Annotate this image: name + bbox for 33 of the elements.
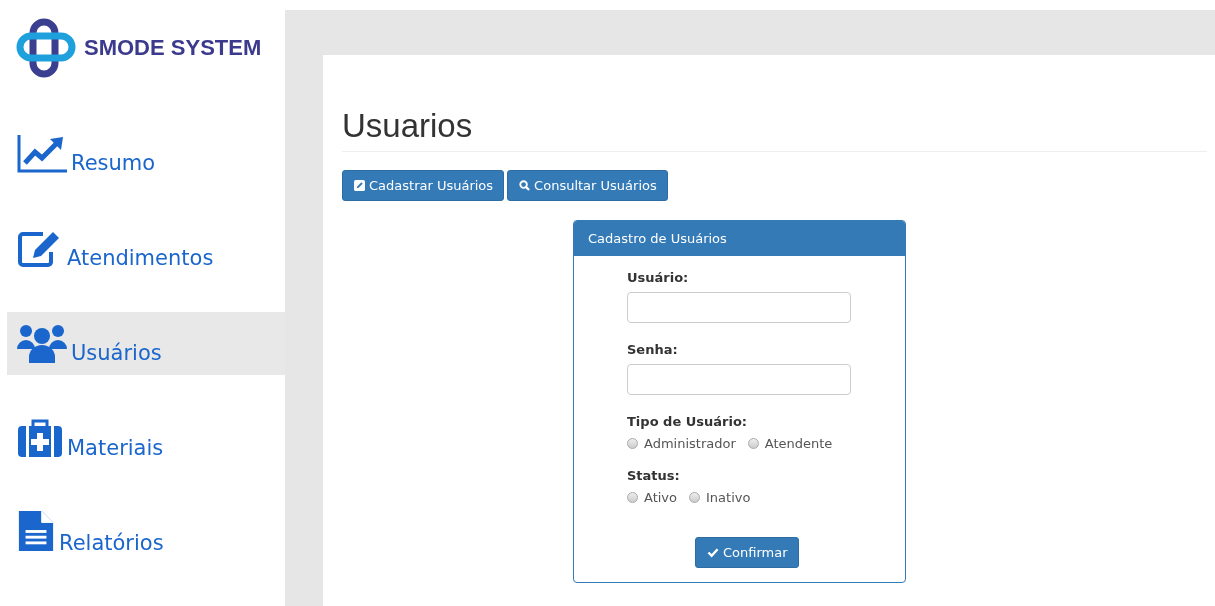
- line-chart-icon: [17, 133, 67, 173]
- logo-icon: [16, 18, 76, 78]
- search-icon: [519, 180, 531, 191]
- sidebar-item[interactable]: Resumo: [7, 122, 285, 185]
- field-label: Tipo de Usuário:: [627, 414, 749, 429]
- medical-kit-icon: [17, 418, 63, 458]
- document-icon: [17, 509, 55, 553]
- input-field[interactable]: [627, 364, 851, 395]
- action-button[interactable]: Cadastrar Usuários: [342, 170, 505, 201]
- users-icon: [17, 323, 67, 363]
- page-title: Usuarios: [342, 107, 1207, 152]
- sidebar-item[interactable]: Atendimentos: [7, 217, 285, 280]
- radio-label: Administrador: [644, 436, 736, 451]
- radio-button[interactable]: [627, 492, 638, 503]
- field-label: Senha:: [627, 342, 679, 357]
- edit-icon: [354, 180, 365, 191]
- radio-label: Atendente: [764, 436, 833, 451]
- sidebar-item[interactable]: Usuários: [7, 312, 285, 375]
- action-button[interactable]: Consultar Usuários: [507, 170, 668, 201]
- radio-button[interactable]: [627, 438, 638, 449]
- confirm-button[interactable]: Confirmar: [695, 537, 799, 568]
- sidebar-item[interactable]: Materiais: [7, 407, 285, 470]
- sidebar-item[interactable]: Relatórios: [7, 502, 285, 565]
- radio-label: Inativo: [706, 490, 751, 505]
- field-label: Status:: [627, 468, 681, 483]
- panel-header: Cadastro de Usuários: [574, 221, 905, 256]
- field-label: Usuário:: [627, 270, 690, 285]
- radio-button[interactable]: [747, 438, 759, 449]
- radio-button[interactable]: [689, 492, 701, 503]
- radio-label: Ativo: [644, 490, 678, 505]
- brand-name: SMODE SYSTEM: [84, 35, 262, 61]
- checkmark-icon: [707, 547, 719, 558]
- input-field[interactable]: [627, 292, 851, 323]
